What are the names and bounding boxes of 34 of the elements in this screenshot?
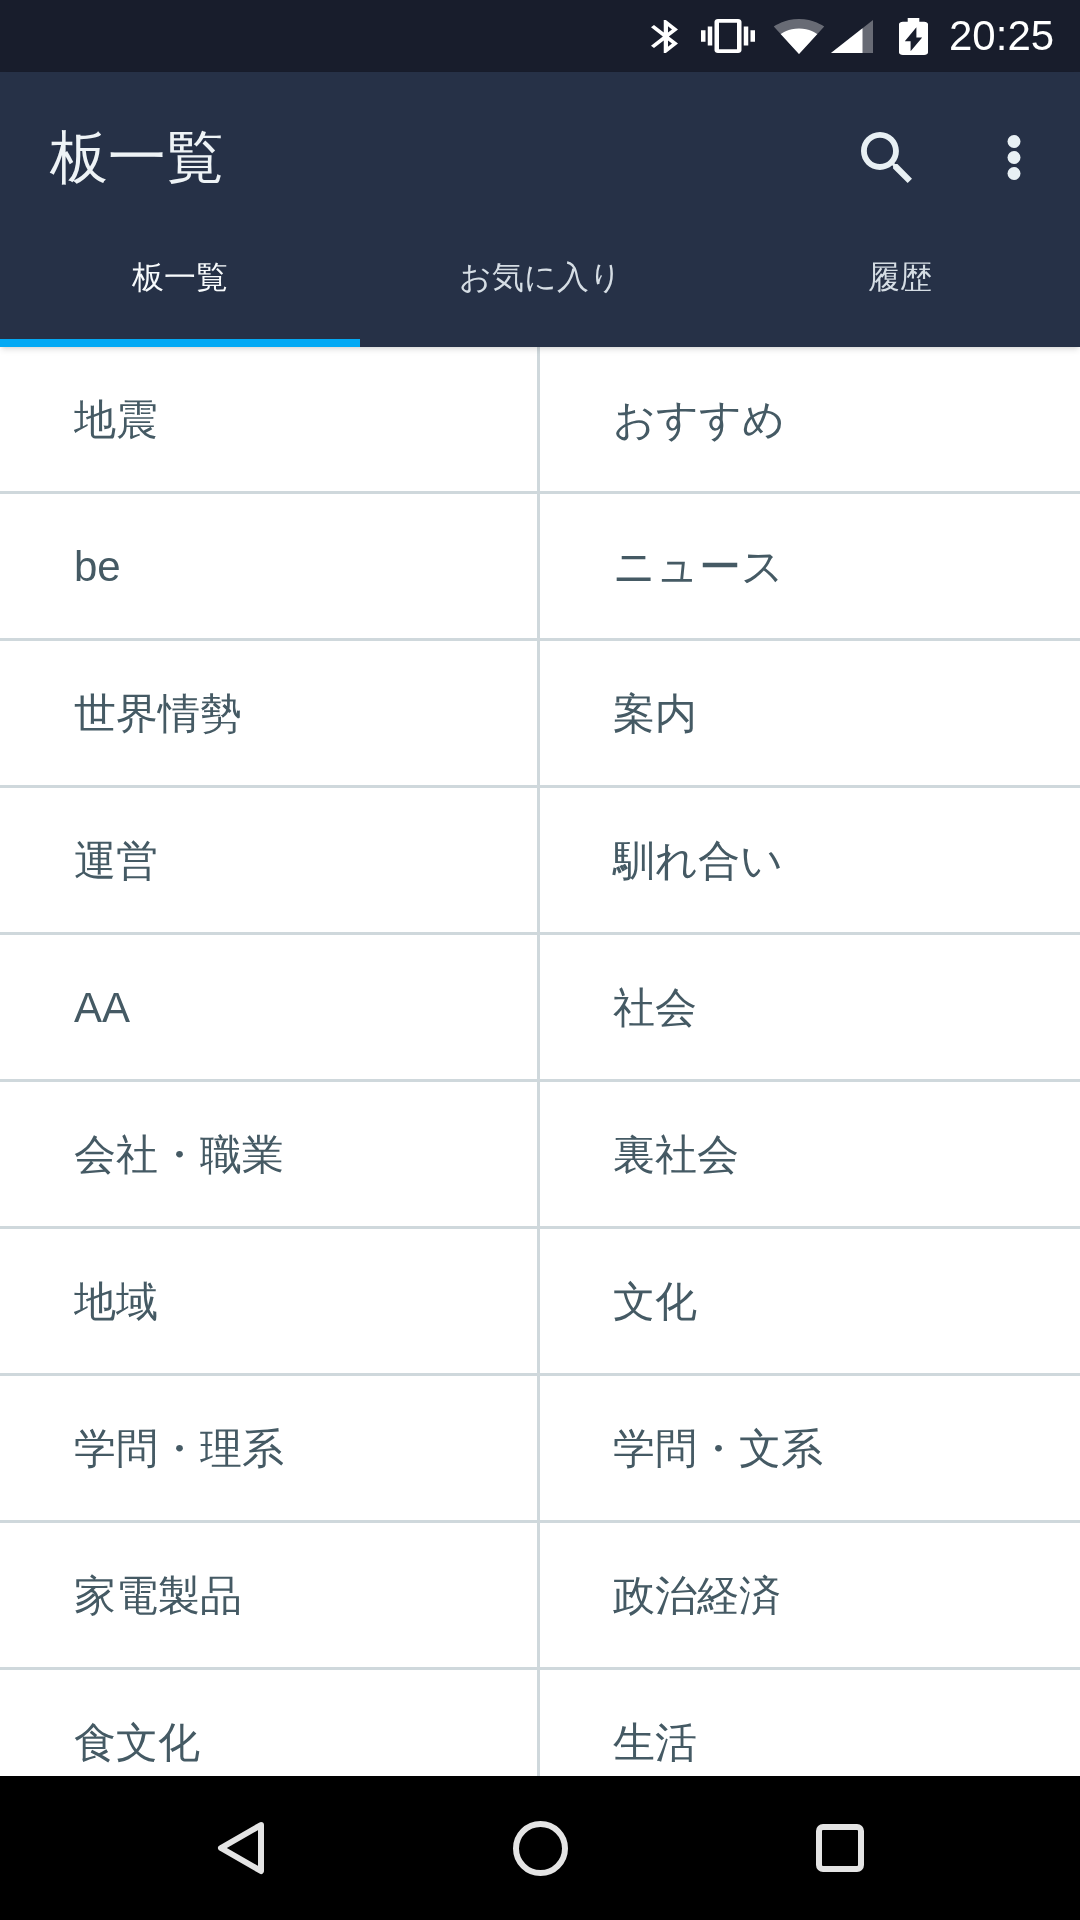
board-item[interactable]: AA	[0, 935, 540, 1082]
bluetooth-icon	[651, 19, 678, 53]
board-item[interactable]: be	[0, 494, 540, 641]
battery-charging-icon	[899, 17, 928, 55]
board-item[interactable]: 学問・理系	[0, 1376, 540, 1523]
board-item[interactable]: ニュース	[540, 494, 1080, 641]
vibrate-icon	[701, 19, 755, 53]
board-item[interactable]: 生活	[540, 1670, 1080, 1776]
recent-apps-icon[interactable]	[815, 1824, 864, 1872]
board-item[interactable]: 案内	[540, 641, 1080, 788]
tab[interactable]: 履歴	[720, 242, 1080, 347]
clock-time: 20:25	[949, 15, 1055, 57]
tab[interactable]: 板一覧	[0, 242, 360, 347]
board-item[interactable]: 世界情勢	[0, 641, 540, 788]
board-item[interactable]: 地域	[0, 1229, 540, 1376]
home-icon[interactable]	[512, 1820, 568, 1876]
board-item[interactable]: 会社・職業	[0, 1082, 540, 1229]
board-item[interactable]: 文化	[540, 1229, 1080, 1376]
back-icon[interactable]	[216, 1821, 265, 1875]
board-item[interactable]: 裏社会	[540, 1082, 1080, 1229]
wifi-icon	[773, 18, 825, 54]
app-title: 板一覧	[50, 128, 224, 186]
board-item[interactable]: 社会	[540, 935, 1080, 1082]
board-item[interactable]: 家電製品	[0, 1523, 540, 1670]
more-options-icon[interactable]	[1007, 134, 1021, 180]
search-icon[interactable]	[861, 131, 912, 183]
signal-icon	[831, 19, 873, 53]
board-item[interactable]: 馴れ合い	[540, 788, 1080, 935]
board-item[interactable]: 運営	[0, 788, 540, 935]
board-item[interactable]: 政治経済	[540, 1523, 1080, 1670]
board-item[interactable]: 地震	[0, 347, 540, 494]
tab[interactable]: お気に入り	[360, 242, 720, 347]
board-item[interactable]: おすすめ	[540, 347, 1080, 494]
board-item[interactable]: 学問・文系	[540, 1376, 1080, 1523]
